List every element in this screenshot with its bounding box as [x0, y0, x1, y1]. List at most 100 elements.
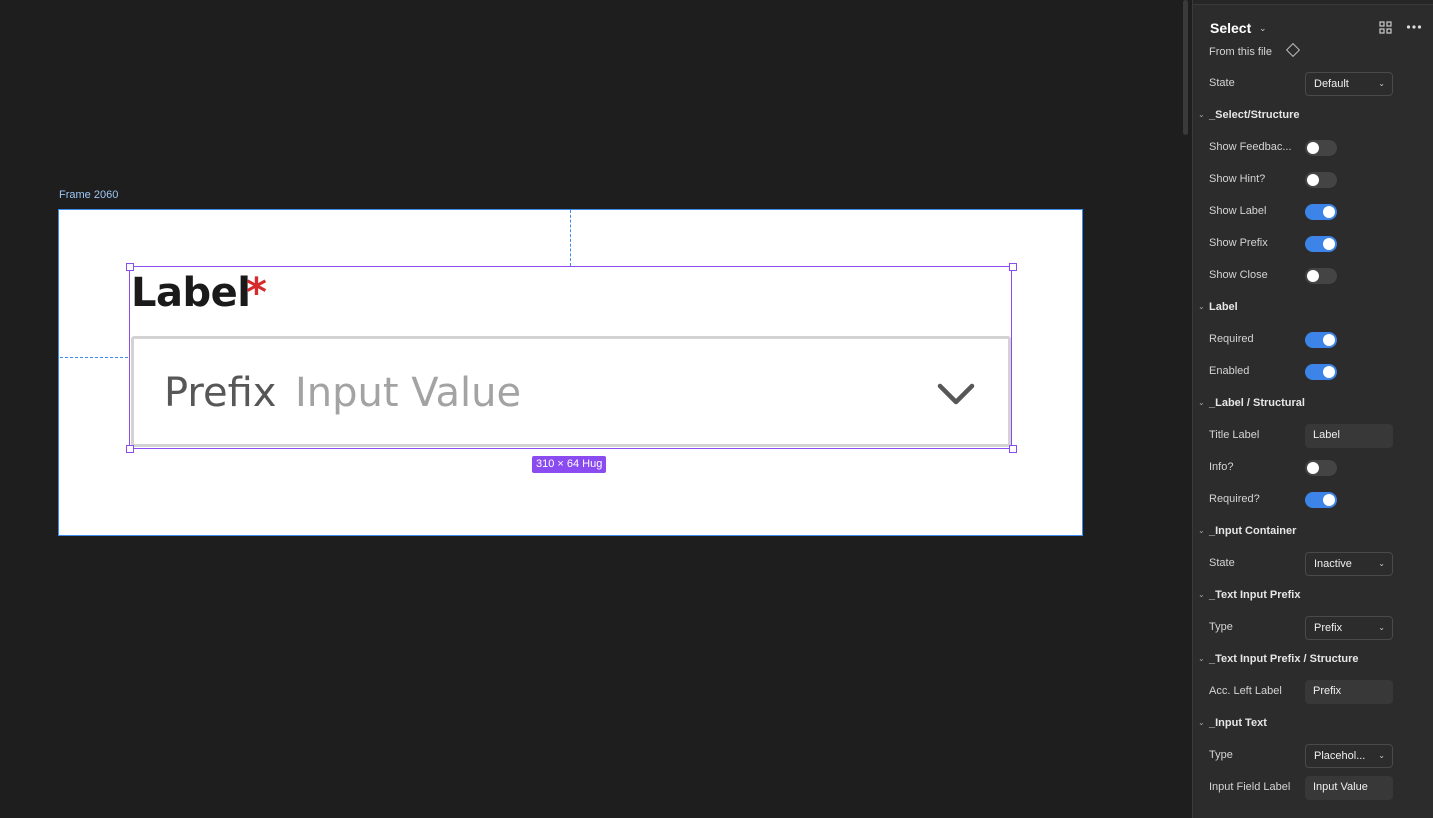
property-row: Input Field Label Input Value — [1193, 772, 1433, 804]
property-label: Type — [1209, 749, 1233, 761]
text-input-value: Prefix — [1313, 685, 1342, 697]
size-badge: 310 × 64 Hug — [532, 456, 607, 473]
dropdown-value: Inactive — [1314, 558, 1352, 570]
property-label: Show Hint? — [1209, 173, 1266, 185]
property-row: Required — [1193, 324, 1433, 356]
property-dropdown[interactable]: Inactive ⌄ — [1305, 552, 1393, 576]
section-title: _Text Input Prefix — [1209, 589, 1301, 601]
property-label: Title Label — [1209, 429, 1260, 441]
component-grid-icon[interactable] — [1379, 21, 1392, 34]
property-toggle[interactable] — [1305, 332, 1337, 348]
panel-divider — [1193, 0, 1433, 5]
source-label: From this file — [1209, 46, 1272, 58]
section-title: _Input Container — [1209, 525, 1297, 537]
section-title: Label — [1209, 301, 1238, 313]
resize-handle-top-left[interactable] — [126, 263, 134, 271]
property-dropdown[interactable]: Placehol... ⌄ — [1305, 744, 1393, 768]
dropdown-value: Prefix — [1314, 622, 1343, 634]
text-input-value: Label — [1313, 429, 1340, 441]
property-row: Show Hint? — [1193, 164, 1433, 196]
property-label: Enabled — [1209, 365, 1250, 377]
section-header[interactable]: ⌄ _Text Input Prefix / Structure — [1193, 644, 1433, 676]
resize-handle-bottom-left[interactable] — [126, 445, 134, 453]
toggle-knob — [1323, 334, 1335, 346]
properties-panel: Select ⌄ From this file State Default ⌄ ⌄ _S… — [1192, 0, 1433, 818]
property-toggle[interactable] — [1305, 364, 1337, 380]
property-label: Required? — [1209, 493, 1260, 505]
property-label: Required — [1209, 333, 1254, 345]
chevron-down-icon[interactable]: ⌄ — [1198, 398, 1205, 407]
toggle-knob — [1307, 462, 1319, 474]
section-title: _Text Input Prefix / Structure — [1209, 653, 1359, 665]
spacing-guide-horizontal — [60, 357, 128, 358]
property-toggle[interactable] — [1305, 204, 1337, 220]
chevron-down-icon: ⌄ — [1378, 559, 1385, 568]
property-toggle[interactable] — [1305, 492, 1337, 508]
property-row: Type Prefix ⌄ — [1193, 612, 1433, 644]
property-toggle[interactable] — [1305, 172, 1337, 188]
property-label: Show Feedbac... — [1209, 141, 1292, 153]
property-row: Type Placehol... ⌄ — [1193, 740, 1433, 772]
section-title: _Select/Structure — [1209, 109, 1300, 121]
chevron-down-icon: ⌄ — [1378, 751, 1385, 760]
toggle-knob — [1307, 270, 1319, 282]
frame-title[interactable]: Frame 2060 — [59, 189, 118, 201]
chevron-down-icon[interactable]: ⌄ — [1259, 23, 1267, 34]
property-row: Title Label Label — [1193, 420, 1433, 452]
property-row: Show Prefix — [1193, 228, 1433, 260]
property-label: Type — [1209, 621, 1233, 633]
property-row: Info? — [1193, 452, 1433, 484]
section-header[interactable]: ⌄ Label — [1193, 292, 1433, 324]
property-label: Acc. Left Label — [1209, 685, 1282, 697]
property-toggle[interactable] — [1305, 460, 1337, 476]
property-text-input[interactable]: Prefix — [1305, 680, 1393, 704]
section-header[interactable]: ⌄ _Text Input Prefix — [1193, 580, 1433, 612]
property-row: Show Feedbac... — [1193, 132, 1433, 164]
selection-box[interactable] — [129, 266, 1012, 449]
toggle-knob — [1307, 174, 1319, 186]
chevron-down-icon[interactable]: ⌄ — [1198, 654, 1205, 663]
resize-handle-bottom-right[interactable] — [1009, 445, 1017, 453]
section-title: _Label / Structural — [1209, 397, 1305, 409]
property-text-input[interactable]: Label — [1305, 424, 1393, 448]
property-row: State Inactive ⌄ — [1193, 548, 1433, 580]
component-diamond-icon[interactable] — [1285, 42, 1301, 58]
property-label: Show Prefix — [1209, 237, 1268, 249]
section-header[interactable]: ⌄ _Label / Structural — [1193, 388, 1433, 420]
canvas-scrollbar[interactable] — [1183, 0, 1188, 135]
property-toggle[interactable] — [1305, 268, 1337, 284]
chevron-down-icon[interactable]: ⌄ — [1198, 302, 1205, 311]
source-row: From this file — [1193, 36, 1433, 68]
component-name[interactable]: Select — [1210, 20, 1251, 36]
design-canvas[interactable]: Frame 2060 Label * Prefix Input Value 31… — [0, 0, 1192, 818]
property-row: Show Label — [1193, 196, 1433, 228]
chevron-down-icon[interactable]: ⌄ — [1198, 590, 1205, 599]
spacing-guide-vertical — [570, 210, 571, 266]
chevron-down-icon[interactable]: ⌄ — [1198, 110, 1205, 119]
property-label: State — [1209, 557, 1235, 569]
property-row: Acc. Left Label Prefix — [1193, 676, 1433, 708]
section-title: _Input Text — [1209, 717, 1267, 729]
chevron-down-icon[interactable]: ⌄ — [1198, 718, 1205, 727]
more-options-icon[interactable] — [1406, 19, 1422, 35]
toggle-knob — [1323, 238, 1335, 250]
property-toggle[interactable] — [1305, 140, 1337, 156]
property-label: Input Field Label — [1209, 781, 1291, 793]
property-row: Show Close — [1193, 260, 1433, 292]
text-input-value: Input Value — [1313, 781, 1368, 793]
chevron-down-icon[interactable]: ⌄ — [1198, 526, 1205, 535]
section-header[interactable]: ⌄ _Input Container — [1193, 516, 1433, 548]
property-text-input[interactable]: Input Value — [1305, 776, 1393, 800]
property-label: Show Close — [1209, 269, 1268, 281]
property-row: State Default ⌄ — [1193, 68, 1433, 100]
property-label: Show Label — [1209, 205, 1267, 217]
property-toggle[interactable] — [1305, 236, 1337, 252]
property-dropdown[interactable]: Default ⌄ — [1305, 72, 1393, 96]
section-header[interactable]: ⌄ _Input Text — [1193, 708, 1433, 740]
dropdown-value: Placehol... — [1314, 750, 1366, 762]
toggle-knob — [1323, 494, 1335, 506]
dropdown-value: Default — [1314, 78, 1349, 90]
property-dropdown[interactable]: Prefix ⌄ — [1305, 616, 1393, 640]
resize-handle-top-right[interactable] — [1009, 263, 1017, 271]
section-header[interactable]: ⌄ _Select/Structure — [1193, 100, 1433, 132]
